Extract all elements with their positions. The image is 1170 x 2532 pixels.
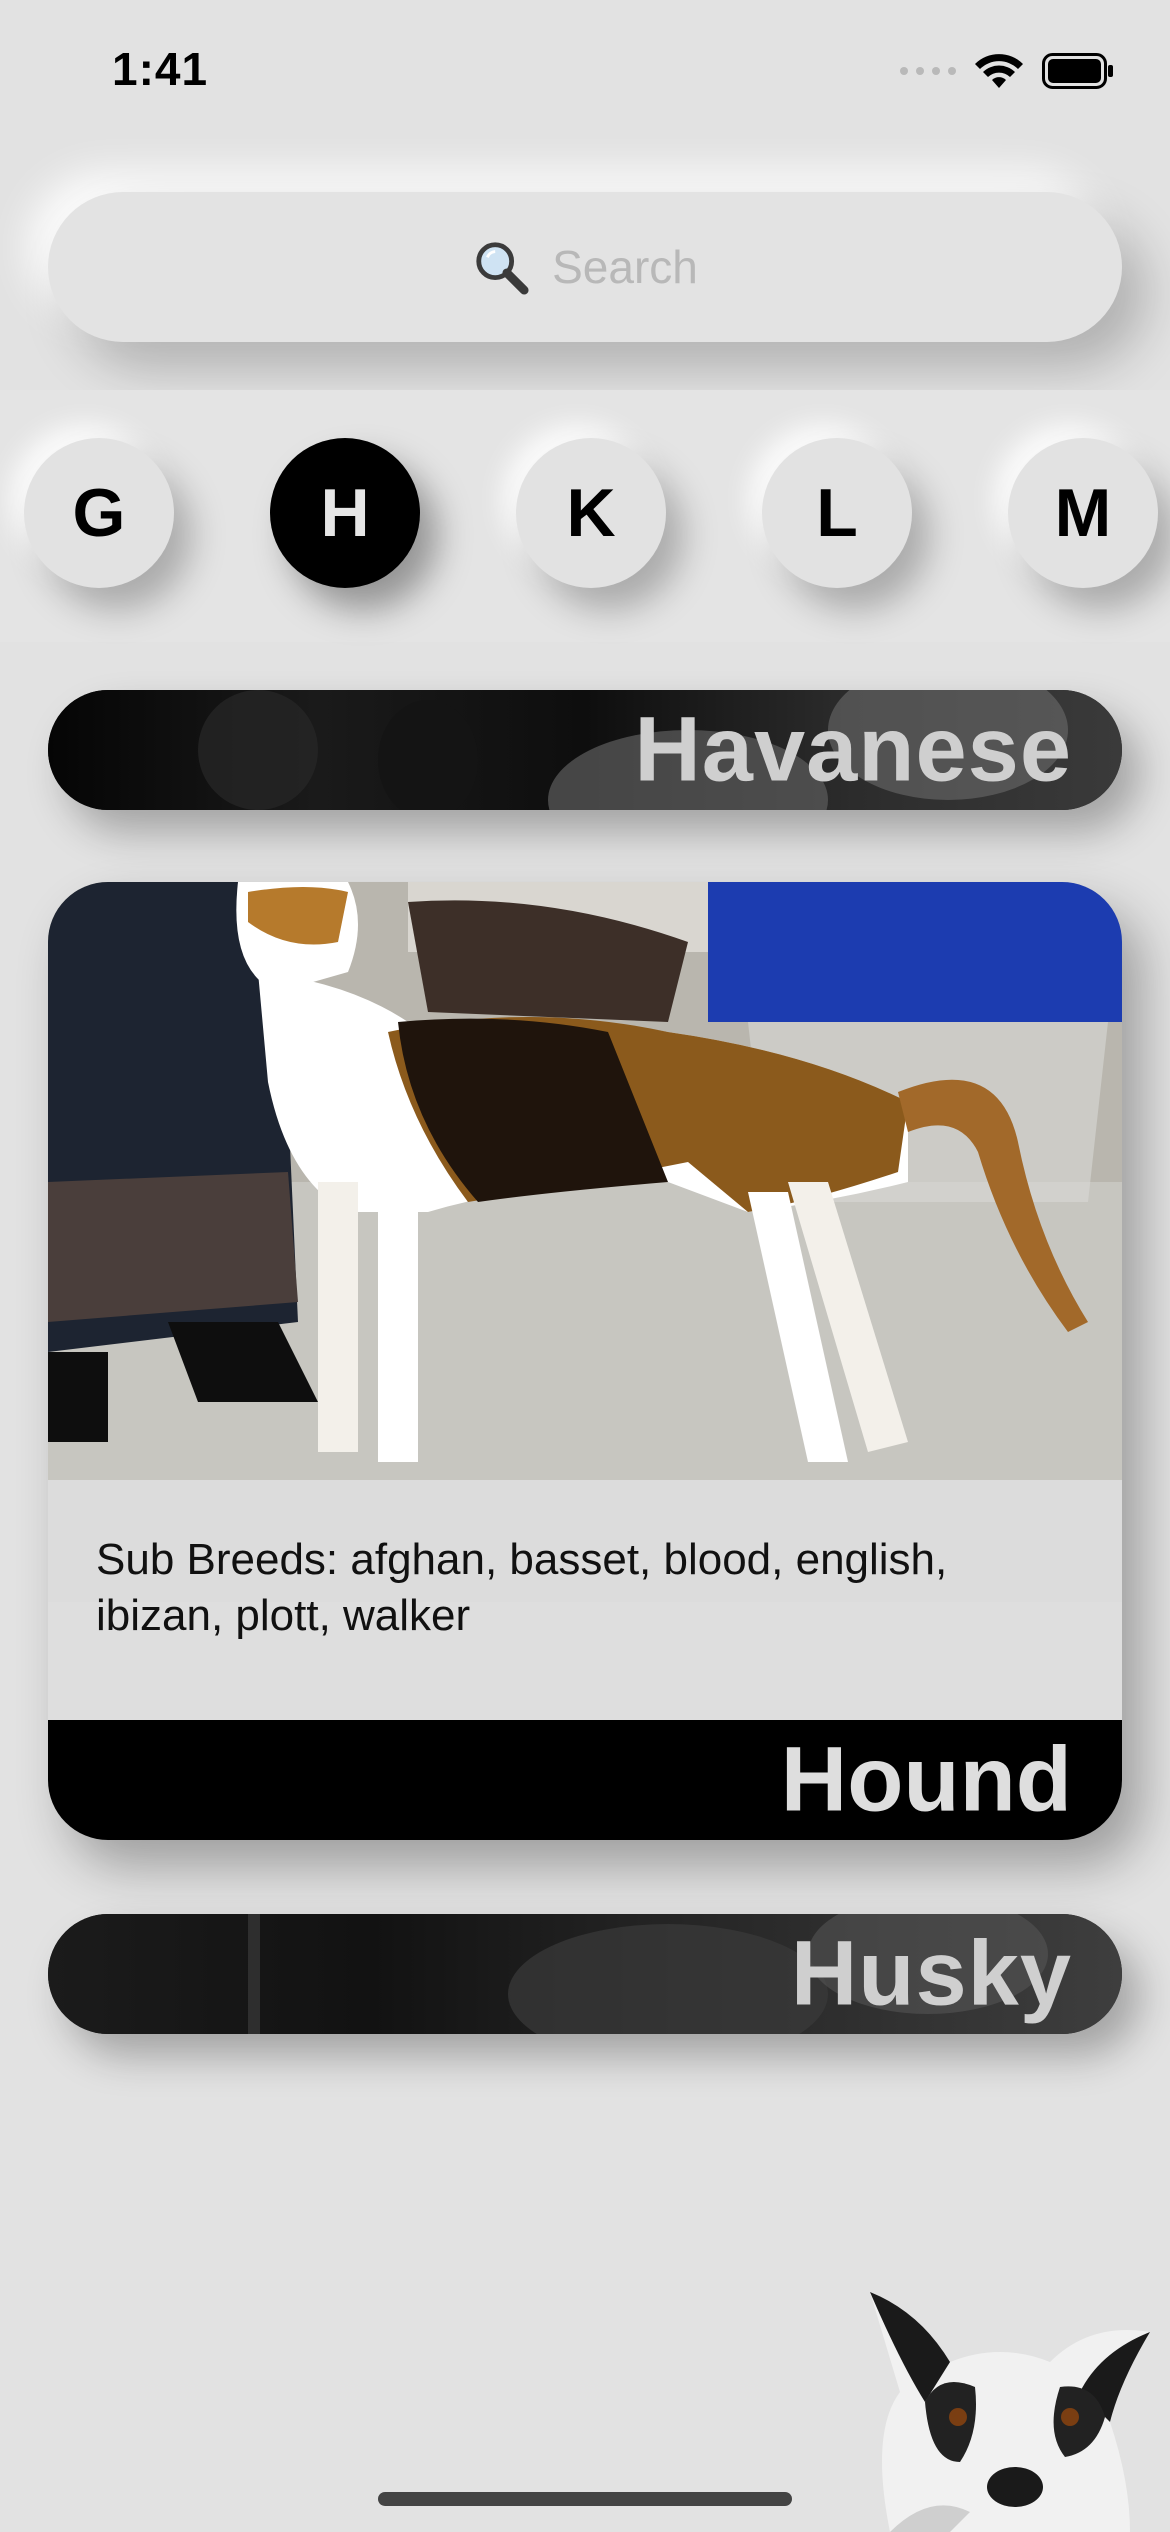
hound-title-bar: Hound <box>48 1720 1122 1840</box>
breed-name-hound: Hound <box>780 1728 1072 1831</box>
breed-card-hound[interactable]: Hound <box>48 882 1122 1840</box>
battery-icon <box>1042 53 1113 89</box>
wifi-icon <box>975 54 1023 88</box>
search-input[interactable]: Search <box>48 192 1122 342</box>
letter-index-strip: G H K L M <box>0 390 1170 642</box>
status-time: 1:41 <box>112 43 209 95</box>
signal-dots-icon <box>900 67 956 75</box>
home-indicator[interactable] <box>378 2492 792 2506</box>
letter-button-m[interactable]: M <box>1008 438 1158 588</box>
letter-button-h[interactable]: H <box>270 438 420 588</box>
search-placeholder: Search <box>552 241 698 293</box>
letter-button-l[interactable]: L <box>762 438 912 588</box>
breed-name-havanese: Havanese <box>634 698 1072 801</box>
sub-breeds-text: Sub Breeds: afghan, basset, blood, engli… <box>96 1535 948 1640</box>
letter-button-k[interactable]: K <box>516 438 666 588</box>
status-bar: 1:41 <box>0 0 1170 150</box>
hound-photo <box>48 882 1122 1480</box>
breed-row-havanese[interactable]: Havanese <box>48 690 1122 810</box>
letter-button-g[interactable]: G <box>24 438 174 588</box>
dog-mascot-icon <box>870 2292 1150 2532</box>
breed-name-husky: Husky <box>790 1922 1072 2025</box>
status-icons <box>900 52 1114 90</box>
search-icon <box>476 242 529 295</box>
breed-row-husky[interactable]: Husky <box>48 1914 1122 2034</box>
